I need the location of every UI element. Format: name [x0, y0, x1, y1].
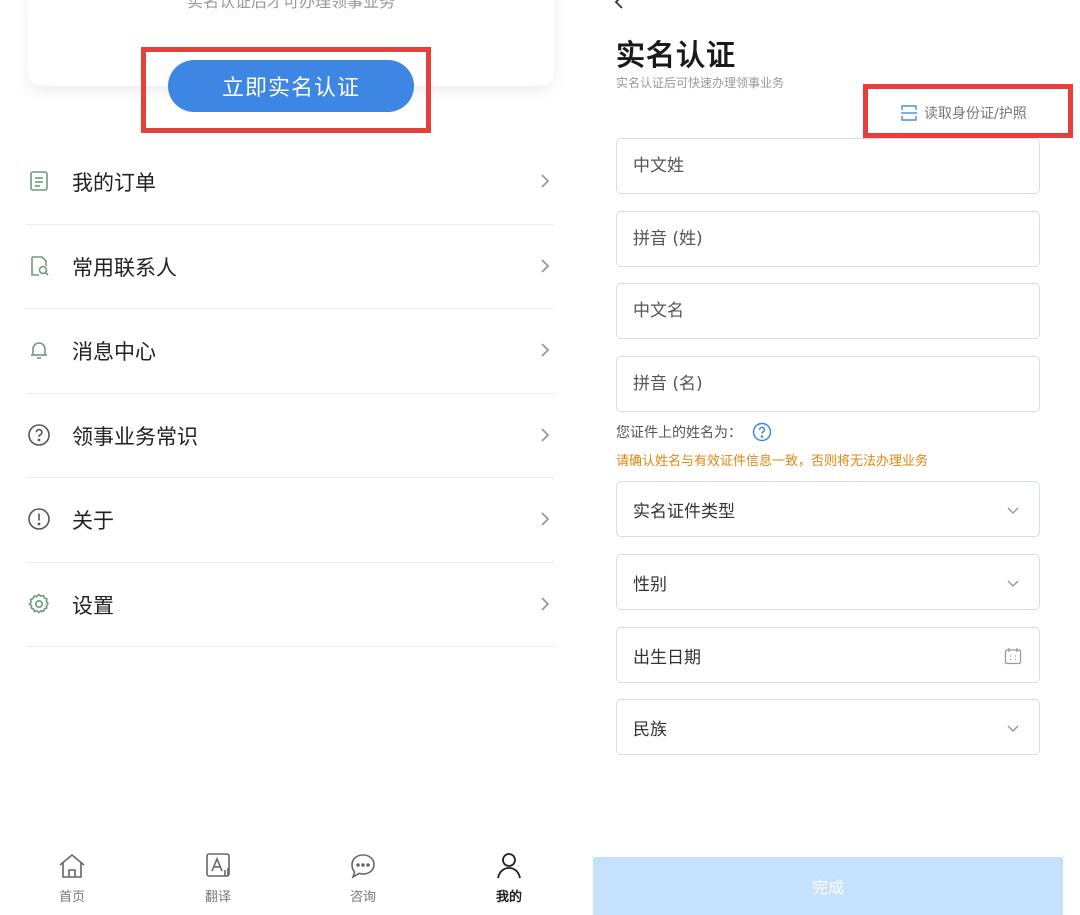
tab-label: 咨询: [349, 890, 376, 905]
name-note-label: 您证件上的姓名为：: [616, 425, 742, 441]
tab-home[interactable]: 首页: [32, 838, 112, 915]
calendar-icon: [1003, 646, 1023, 666]
contacts-search-icon: [27, 254, 51, 278]
surname-cn-field[interactable]: [616, 138, 1040, 194]
help-icon[interactable]: [752, 422, 772, 442]
surname-cn-input[interactable]: [633, 156, 1023, 176]
home-icon: [59, 853, 85, 878]
menu-item-consular-faq[interactable]: 领事业务常识: [0, 394, 580, 478]
menu-item-label: 常用联系人: [72, 255, 177, 280]
name-on-id-note: 您证件上的姓名为：: [616, 422, 772, 442]
chevron-right-icon: [538, 172, 552, 190]
chevron-down-icon: [1003, 573, 1023, 593]
id-type-placeholder: 实名证件类型: [633, 501, 735, 522]
tab-label: 我的: [495, 890, 522, 905]
id-type-select[interactable]: 实名证件类型: [616, 481, 1040, 537]
given-cn-input[interactable]: [633, 301, 1023, 321]
chevron-right-icon: [538, 595, 552, 613]
menu-item-label: 关于: [72, 509, 114, 533]
divider: [26, 646, 554, 647]
chevron-right-icon: [538, 341, 552, 359]
menu-item-contacts[interactable]: 常用联系人: [0, 225, 580, 309]
bell-icon: [27, 338, 51, 362]
ethnicity-placeholder: 民族: [633, 719, 667, 740]
bottom-tab-bar: 首页 翻译 咨询 我的: [0, 838, 580, 915]
chevron-down-icon: [1003, 500, 1023, 520]
tab-translate[interactable]: 翻译: [178, 838, 258, 915]
gender-select[interactable]: 性别: [616, 554, 1040, 610]
page-subtitle: 实名认证后可快速办理领事业务: [616, 76, 785, 90]
given-pinyin-field[interactable]: [616, 356, 1040, 412]
chevron-right-icon: [538, 426, 552, 444]
user-icon: [497, 853, 521, 879]
tab-consult[interactable]: 咨询: [323, 838, 403, 915]
info-circle-icon: [27, 507, 51, 531]
question-circle-icon: [27, 423, 51, 447]
menu-item-orders[interactable]: 我的订单: [0, 140, 580, 225]
birth-date-picker[interactable]: 出生日期: [616, 627, 1040, 683]
real-name-auth-screen: 实名认证 实名认证后可快速办理领事业务 读取身份证/护照 您证件上的姓名为： 请…: [593, 0, 1080, 915]
gear-icon: [27, 592, 51, 616]
birth-date-placeholder: 出生日期: [633, 647, 701, 668]
given-pinyin-input[interactable]: [633, 374, 1023, 394]
document-icon: [27, 169, 51, 193]
ethnicity-select[interactable]: 民族: [616, 699, 1040, 755]
chevron-right-icon: [538, 510, 552, 528]
chevron-down-icon: [1003, 718, 1023, 738]
name-warning: 请确认姓名与有效证件信息一致，否则将无法办理业务: [616, 454, 929, 469]
tab-label: 翻译: [204, 890, 231, 905]
tab-label: 首页: [58, 890, 85, 905]
menu-item-label: 领事业务常识: [72, 424, 198, 449]
submit-button[interactable]: 完成: [593, 857, 1063, 915]
surname-pinyin-field[interactable]: [616, 211, 1040, 267]
chevron-right-icon: [538, 257, 552, 275]
menu-item-messages[interactable]: 消息中心: [0, 309, 580, 394]
menu-item-settings[interactable]: 设置: [0, 563, 580, 647]
profile-screen: 实名认证后才可办理领事业务 立即实名认证 我的订单 常用联系人 消息中心 领事业…: [0, 0, 580, 915]
auth-hint: 实名认证后才可办理领事业务: [186, 0, 395, 11]
menu-item-about[interactable]: 关于: [0, 478, 580, 563]
highlight-box-verify: [141, 47, 431, 133]
given-cn-field[interactable]: [616, 283, 1040, 339]
menu-item-label: 消息中心: [72, 340, 156, 364]
surname-pinyin-input[interactable]: [633, 229, 1023, 249]
menu-item-label: 我的订单: [72, 171, 156, 195]
tab-mine[interactable]: 我的: [469, 838, 549, 915]
translate-icon: [206, 853, 230, 877]
gender-placeholder: 性别: [633, 574, 667, 595]
back-arrow-icon[interactable]: [611, 0, 627, 10]
page-title: 实名认证: [616, 38, 737, 72]
profile-menu: 我的订单 常用联系人 消息中心 领事业务常识 关于 设置: [0, 140, 580, 647]
chat-icon: [351, 854, 375, 879]
highlight-box-scan: [863, 84, 1073, 138]
menu-item-label: 设置: [72, 593, 114, 618]
